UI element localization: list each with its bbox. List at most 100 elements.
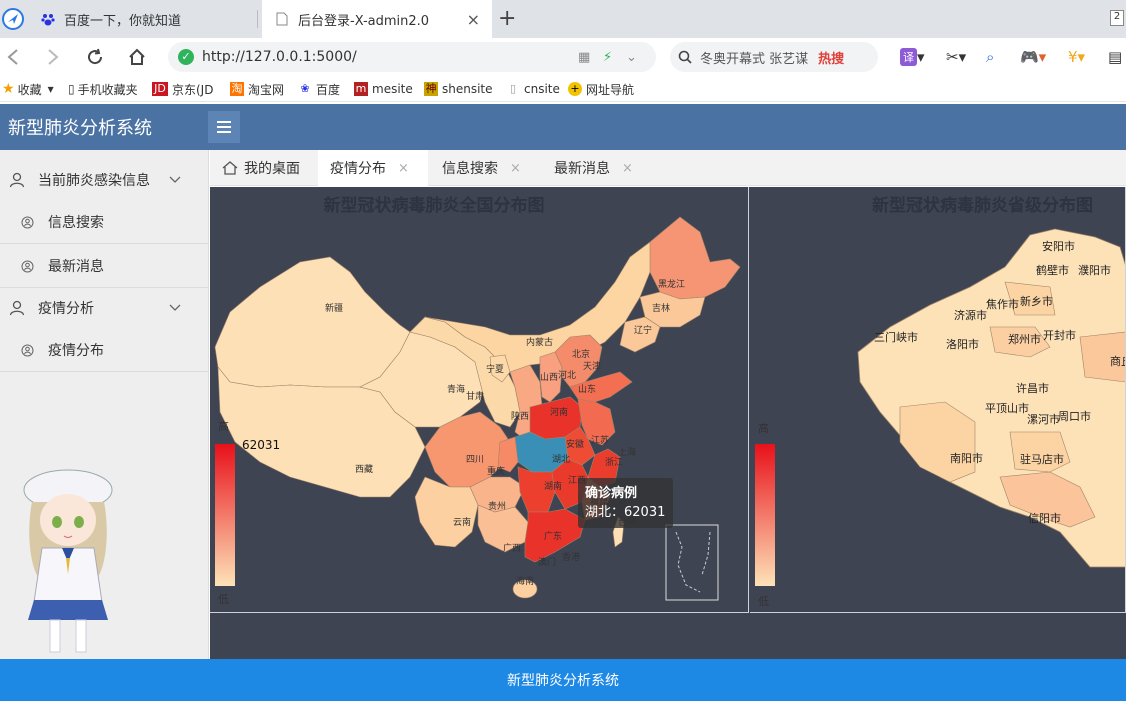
svg-text:焦作市: 焦作市 [986,297,1019,311]
svg-text:鹤壁市: 鹤壁市 [1036,263,1069,277]
menu-toggle-button[interactable] [208,111,240,143]
close-icon[interactable]: × [510,161,521,176]
svg-text:平顶山市: 平顶山市 [985,401,1029,415]
bookmark-favorites[interactable]: ★ 收藏 ▾ [2,80,54,98]
svg-text:安阳市: 安阳市 [1042,239,1075,253]
svg-text:新疆: 新疆 [325,302,343,314]
svg-text:香港: 香港 [562,551,580,563]
map-tooltip: 确诊病例 湖北：62031 [578,478,673,528]
close-icon[interactable]: × [467,10,480,29]
bookmark-baidu[interactable]: ❀ 百度 [298,80,340,98]
browser-tab-admin[interactable]: 后台登录-X-admin2.0 × [262,0,492,38]
tab-distribution[interactable]: 疫情分布 × [318,150,428,186]
bookmark-mobile[interactable]: ▯ 手机收藏夹 [68,80,138,98]
svg-text:青海: 青海 [447,383,465,395]
sidebar-item-distribution[interactable]: 疫情分布 [0,328,209,372]
menu-icon[interactable]: ▤ [1108,46,1122,68]
bookmark-taobao[interactable]: 淘淘宝网 [230,80,284,98]
svg-text:吉林: 吉林 [652,302,670,314]
svg-text:四川: 四川 [466,455,484,465]
svg-text:天津: 天津 [583,361,601,372]
close-icon[interactable]: × [398,161,409,176]
address-bar[interactable]: ✓ http://127.0.0.1:5000/ ▦ ⚡ ⌄ [168,42,656,72]
sidebar-item-infection-info[interactable]: 当前肺炎感染信息 [0,158,209,202]
henan-city-zhumadian [1009,431,1071,473]
user-circle-icon [18,257,36,275]
new-tab-button[interactable]: + [498,6,516,31]
svg-text:驻马店市: 驻马店市 [1020,452,1064,466]
footer-text: 新型肺炎分析系统 [507,673,619,689]
browser-tab-baidu[interactable]: 百度一下，你就知道 [28,0,258,38]
visualmap-max-label: 62031 [242,438,280,452]
star-icon: ★ [2,81,15,97]
home-icon[interactable] [124,44,150,70]
visualmap-gradient-bar [755,444,775,586]
bookmark-jd[interactable]: JD 京东(JD [152,80,213,98]
svg-text:宁夏: 宁夏 [486,363,504,375]
svg-text:信阳市: 信阳市 [1028,511,1061,525]
coupon-icon[interactable]: ¥▾ [1068,46,1085,68]
content-area: 新型冠状病毒肺炎全国分布图 新疆 西藏 青海 甘肃 宁夏 内蒙古 四川 重庆 陕… [210,187,1126,659]
translate-icon[interactable]: 译 ▾ [900,46,925,68]
qr-code-icon[interactable]: ▦ [578,50,590,65]
tab-search[interactable]: 信息搜索 × [442,150,521,186]
visualmap-high-label: 高 [218,419,229,433]
forward-icon[interactable] [40,44,66,70]
svg-text:江苏: 江苏 [591,434,609,446]
app-title: 新型肺炎分析系统 [8,118,152,139]
bookmark-cnsite[interactable]: ▯ cnsite [506,80,560,98]
browser-tab-title: 后台登录-X-admin2.0 [298,13,430,29]
reload-icon[interactable] [82,44,108,70]
visualmap-low-label: 低 [758,595,769,608]
svg-text:河北: 河北 [558,369,576,381]
bookmark-shensite[interactable]: 神 shensite [424,80,493,98]
svg-text:重庆: 重庆 [487,465,505,477]
gamepad-icon[interactable]: 🎮▾ [1020,46,1046,68]
bookmark-nav[interactable]: + 网址导航 [568,80,634,98]
bookmark-mesite[interactable]: m mesite [354,80,413,98]
browser-logo-icon[interactable] [0,0,28,38]
visualmap-low-label: 低 [218,593,229,606]
svg-text:澳门: 澳门 [538,556,556,568]
svg-text:海南: 海南 [516,575,534,587]
svg-text:黑龙江: 黑龙江 [658,278,685,290]
china-map-panel: 新型冠状病毒肺炎全国分布图 新疆 西藏 青海 甘肃 宁夏 内蒙古 四川 重庆 陕… [210,187,749,613]
svg-text:陕西: 陕西 [511,410,529,422]
jd-logo-icon: JD [152,82,168,96]
back-icon[interactable] [0,44,26,70]
lightning-icon[interactable]: ⚡ [603,50,612,65]
svg-text:广东: 广东 [544,530,562,542]
svg-text:北京: 北京 [572,348,590,360]
sidebar: 当前肺炎感染信息 信息搜索 最新消息 疫情分析 疫情分布 [0,150,209,660]
nav-icon: + [568,82,582,96]
chevron-down-icon [169,172,181,188]
sidebar-item-news[interactable]: 最新消息 [0,244,209,288]
taobao-logo-icon: 淘 [230,82,244,96]
china-map[interactable]: 新疆 西藏 青海 甘肃 宁夏 内蒙古 四川 重庆 陕西 山西 河北 北京 天津 … [210,187,749,613]
user-icon [8,299,26,317]
user-icon [8,171,26,189]
user-circle-icon [18,213,36,231]
close-icon[interactable]: × [622,161,633,176]
sidebar-item-analysis[interactable]: 疫情分析 [0,286,209,330]
svg-text:三门峡市: 三门峡市 [874,330,918,344]
tooltip-value: 湖北：62031 [585,505,666,520]
tab-news[interactable]: 最新消息 × [554,150,633,186]
search-input: 冬奥开幕式 张艺谋 [700,51,809,67]
phone-icon: ▯ [68,82,75,96]
henan-map[interactable]: 安阳市 鹤壁市 濮阳市 焦作市 新乡市 三门峡市 济源市 洛阳市 郑州市 开封市… [750,187,1126,613]
sidebar-item-search[interactable]: 信息搜索 [0,200,209,244]
svg-text:云南: 云南 [453,516,471,528]
chevron-down-icon[interactable]: ⌄ [626,50,637,65]
svg-text:贵州: 贵州 [488,500,506,512]
window-count-badge[interactable]: 2 [1110,10,1124,26]
tab-desktop[interactable]: 我的桌面 [222,150,300,186]
scissors-icon[interactable]: ✂▾ [946,46,966,68]
magnifier-icon[interactable]: ⌕ [986,46,994,68]
app-tab-bar: 我的桌面 疫情分布 × 信息搜索 × 最新消息 × [210,150,1126,186]
page-icon [274,11,290,27]
henan-map-panel: 新型冠状病毒肺炎省级分布图 安阳市 鹤壁市 濮阳市 焦作市 新乡市 三门峡市 济… [750,187,1126,613]
url-text: http://127.0.0.1:5000/ [202,49,357,65]
search-box[interactable]: 冬奥开幕式 张艺谋 热搜 [670,42,878,72]
svg-text:西藏: 西藏 [355,463,373,475]
